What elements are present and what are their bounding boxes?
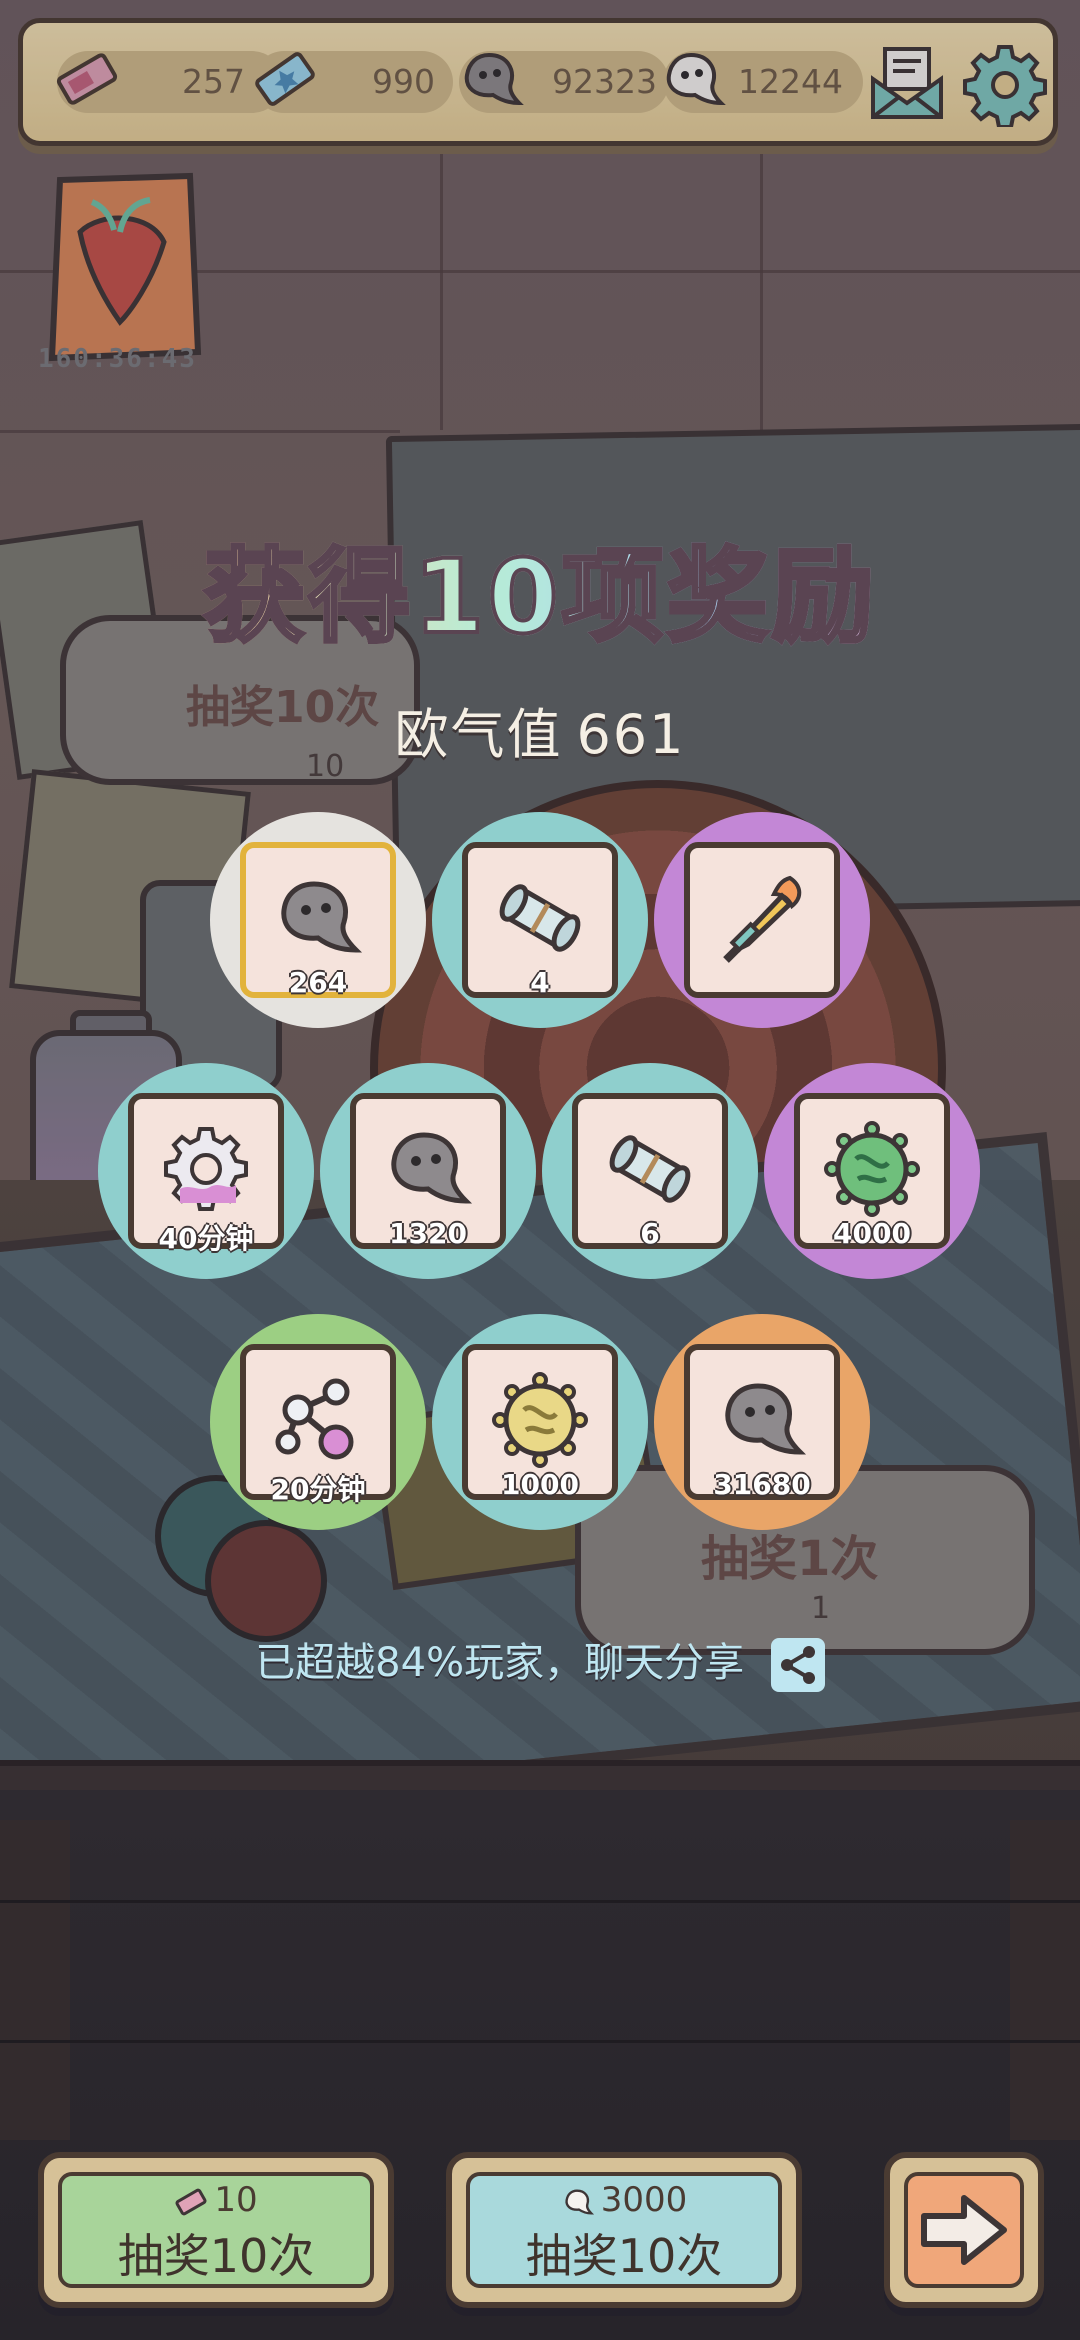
white-tadpole-icon bbox=[565, 2188, 594, 2215]
reward-qty: 264 bbox=[288, 966, 348, 999]
reward-qty: 4 bbox=[530, 966, 550, 999]
draw10-tadpole-cost: 3000 bbox=[452, 2180, 796, 2220]
reward-slot[interactable]: 1320 bbox=[320, 1063, 536, 1279]
reward-slot[interactable]: 6 bbox=[542, 1063, 758, 1279]
scroll-icon bbox=[609, 1135, 691, 1203]
gray-tadpole-icon bbox=[281, 881, 363, 953]
flame-sword-icon bbox=[723, 875, 802, 963]
share-icon[interactable] bbox=[770, 1638, 825, 1692]
draw10-ticket-cost-value: 10 bbox=[214, 2180, 258, 2220]
luck-label: 欧气值 bbox=[394, 703, 563, 766]
table-leg bbox=[0, 1820, 70, 2140]
reward-slot[interactable]: 4 bbox=[432, 812, 648, 1028]
reward-tile bbox=[684, 842, 840, 998]
reward-qty: 40分钟 bbox=[158, 1222, 254, 1255]
molecule-icon bbox=[275, 1378, 354, 1460]
reward-qty: 1000 bbox=[501, 1468, 579, 1501]
draw10-ticket-label: 抽奖10次 bbox=[117, 2229, 315, 2283]
arrow-right-icon bbox=[921, 2195, 1007, 2265]
gray-tadpole-icon bbox=[391, 1132, 473, 1204]
green-virus-icon bbox=[824, 1121, 920, 1217]
luck-value: 661 bbox=[576, 703, 686, 766]
draw10-tadpole-label: 抽奖10次 bbox=[525, 2229, 723, 2283]
reward-qty: 31680 bbox=[713, 1468, 811, 1501]
reward-slot[interactable]: 31680 bbox=[654, 1314, 870, 1530]
draw10-tadpole-cost-value: 3000 bbox=[600, 2180, 688, 2220]
reward-slot[interactable]: 40分钟 bbox=[98, 1063, 314, 1279]
reward-slot[interactable]: 1000 bbox=[432, 1314, 648, 1530]
gray-tadpole-icon bbox=[725, 1383, 807, 1455]
gold-virus-icon bbox=[492, 1372, 588, 1468]
reward-slot[interactable] bbox=[654, 812, 870, 1028]
reward-slot[interactable]: 20分钟 bbox=[210, 1314, 426, 1530]
ticket-icon bbox=[175, 2188, 207, 2215]
reward-qty: 1320 bbox=[389, 1217, 467, 1250]
reward-qty: 20分钟 bbox=[270, 1473, 366, 1506]
scroll-icon bbox=[499, 884, 581, 952]
next-button[interactable] bbox=[884, 2152, 1044, 2308]
floor-line bbox=[0, 2040, 1080, 2043]
table-leg bbox=[1010, 1820, 1080, 2140]
draw10-ticket-cost: 10 bbox=[44, 2180, 388, 2220]
draw10-ticket-button[interactable]: 10 抽奖10次 bbox=[38, 2152, 394, 2308]
reward-slot[interactable]: 4000 bbox=[764, 1063, 980, 1279]
luck-value-line: 欧气值 661 bbox=[0, 690, 1080, 769]
reward-qty: 4000 bbox=[833, 1217, 911, 1250]
share-line[interactable]: 已超越84%玩家，聊天分享 bbox=[0, 1630, 1080, 1692]
reward-qty: 6 bbox=[640, 1217, 660, 1250]
gear-accelerator-icon bbox=[164, 1127, 248, 1211]
floor-line bbox=[0, 1900, 1080, 1903]
result-title: 获得10项奖励 bbox=[0, 515, 1080, 662]
reward-slot[interactable]: 264 bbox=[210, 812, 426, 1028]
share-text[interactable]: 已超越84%玩家，聊天分享 bbox=[255, 1640, 744, 1686]
draw10-tadpole-button[interactable]: 3000 抽奖10次 bbox=[446, 2152, 802, 2308]
